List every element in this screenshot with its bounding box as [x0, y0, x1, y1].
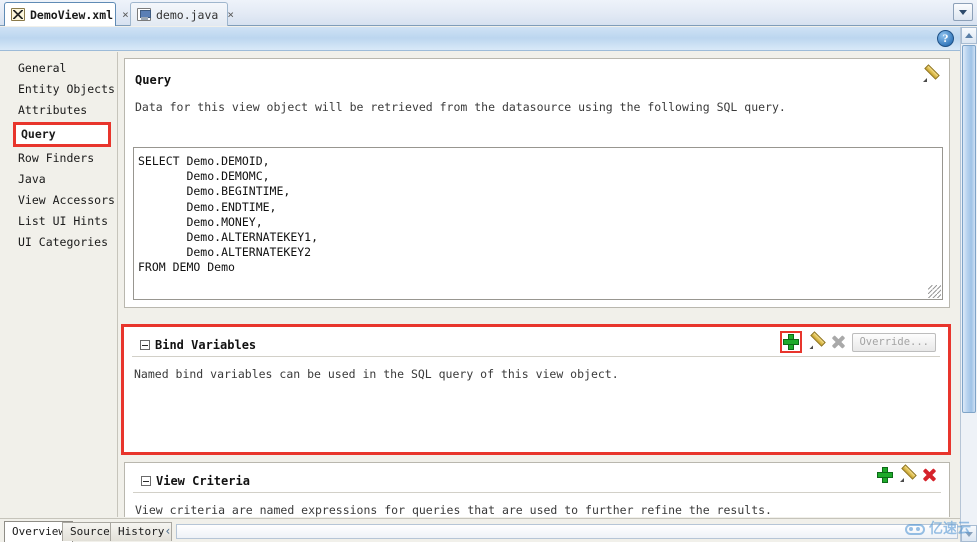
editor-tab-close-icon[interactable]: × — [122, 8, 129, 21]
bottom-bar-filler — [176, 524, 958, 539]
bind-variables-title: Bind Variables — [155, 338, 257, 352]
pencil-edit-icon[interactable] — [899, 467, 916, 483]
vertical-scroll-thumb[interactable] — [962, 45, 976, 413]
application-window: DemoView.xml × demo.java × ? General Ent… — [0, 0, 977, 542]
xml-file-icon — [11, 8, 25, 21]
query-section: Query Data for this view object will be … — [124, 58, 950, 308]
red-x-delete-icon[interactable] — [922, 468, 937, 483]
view-criteria-section: View Criteria View criteria are named ex… — [124, 462, 950, 517]
query-section-header: Query — [125, 59, 949, 88]
sql-textbox-resize-handle[interactable] — [928, 285, 941, 298]
editor-mode-tab-bar: Overview Source History ‹ — [0, 518, 960, 542]
sidebar-item-general[interactable]: General — [0, 58, 117, 79]
collapse-minus-icon[interactable] — [141, 476, 151, 486]
sidebar-item-ui-categories[interactable]: UI Categories — [0, 232, 117, 253]
editor-tab-strip: DemoView.xml × demo.java × — [0, 0, 977, 26]
chevron-down-icon[interactable] — [953, 3, 973, 21]
sql-query-textbox[interactable]: SELECT Demo.DEMOID, Demo.DEMOMC, Demo.BE… — [133, 147, 943, 300]
bind-variables-toolbar: Override... — [780, 331, 936, 353]
query-section-title: Query — [135, 73, 172, 87]
editor-tab-demo-java[interactable]: demo.java × — [130, 2, 234, 26]
add-bind-variable-highlight — [780, 331, 803, 353]
query-section-description: Data for this view object will be retrie… — [135, 100, 786, 114]
editor-tab-close-icon[interactable]: × — [227, 8, 234, 21]
bind-variables-header: Bind Variables Override... — [132, 327, 940, 357]
scroll-up-arrow-icon[interactable] — [961, 27, 977, 44]
view-criteria-title: View Criteria — [156, 474, 250, 488]
view-criteria-description: View criteria are named expressions for … — [135, 503, 772, 517]
vertical-scrollbar[interactable] — [960, 27, 977, 542]
help-question-icon[interactable]: ? — [937, 30, 954, 47]
sidebar-item-attributes[interactable]: Attributes — [0, 100, 117, 121]
green-plus-add-icon[interactable] — [877, 467, 893, 483]
overview-sidebar: General Entity Objects Attributes Query … — [0, 52, 118, 517]
java-file-icon — [137, 8, 151, 21]
view-criteria-header: View Criteria — [133, 463, 941, 493]
pencil-edit-icon[interactable] — [808, 334, 825, 350]
editor-help-bar: ? — [0, 27, 961, 51]
bind-variables-description: Named bind variables can be used in the … — [134, 367, 619, 381]
override-button: Override... — [852, 332, 936, 352]
overview-content-area: Query Data for this view object will be … — [119, 52, 955, 517]
gray-x-delete-icon — [831, 335, 846, 350]
green-plus-add-icon[interactable] — [783, 334, 800, 350]
editor-tab-demoview-xml[interactable]: DemoView.xml × — [4, 2, 129, 26]
sidebar-item-list-ui-hints[interactable]: List UI Hints — [0, 211, 117, 232]
sidebar-item-row-finders[interactable]: Row Finders — [0, 148, 117, 169]
view-criteria-toolbar — [877, 467, 937, 483]
pencil-edit-icon[interactable] — [922, 67, 939, 83]
collapse-minus-icon[interactable] — [140, 340, 150, 350]
sidebar-item-java[interactable]: Java — [0, 169, 117, 190]
chevron-left-icon[interactable]: ‹ — [161, 523, 175, 539]
editor-tab-label: demo.java — [156, 7, 219, 22]
sidebar-item-entity-objects[interactable]: Entity Objects — [0, 79, 117, 100]
sql-query-text: SELECT Demo.DEMOID, Demo.DEMOMC, Demo.BE… — [138, 154, 319, 275]
editor-tab-label: DemoView.xml — [30, 7, 114, 22]
bind-variables-section: Bind Variables Override... Named bind va… — [121, 324, 951, 455]
sidebar-item-query[interactable]: Query — [13, 122, 111, 147]
scroll-down-arrow-icon[interactable] — [961, 525, 977, 542]
sidebar-item-view-accessors[interactable]: View Accessors — [0, 190, 117, 211]
